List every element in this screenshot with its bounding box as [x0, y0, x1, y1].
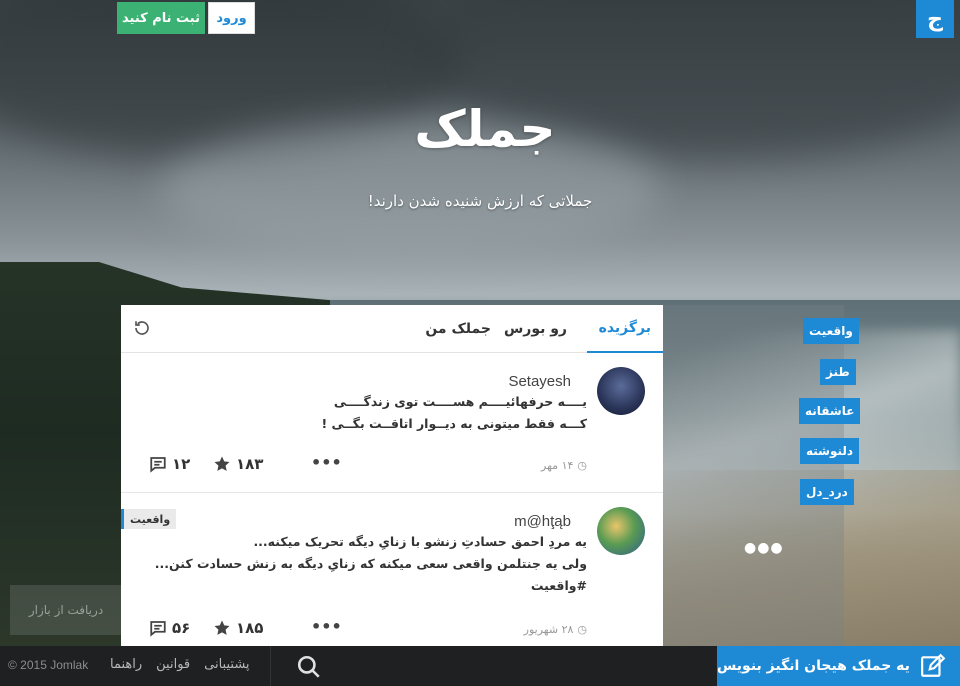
- post-author[interactable]: m@hţąb: [514, 513, 571, 530]
- star-button[interactable]: ۱۸۵: [213, 619, 263, 637]
- comment-count: ۱۲: [172, 455, 191, 473]
- tab-my-jomlak[interactable]: جملک من: [413, 305, 503, 353]
- post-date: ◷ ۲۸ شهریور: [524, 623, 587, 636]
- more-options-icon[interactable]: •••: [311, 453, 342, 472]
- avatar[interactable]: [597, 507, 645, 555]
- clock-icon: ◷: [577, 459, 587, 472]
- post-card: Setayesh یــــه حرفهائیــــم هســــت توی…: [121, 353, 663, 493]
- store-badge[interactable]: دریافت از بازار: [10, 585, 122, 635]
- post-category-badge[interactable]: واقعیت: [121, 509, 177, 529]
- search-icon[interactable]: [296, 654, 322, 680]
- post-line: کـــه فقط میتونی به دیــوار اتاقــت بگــ…: [321, 416, 587, 431]
- login-button[interactable]: ورود: [208, 2, 255, 34]
- star-count: ۱۸۵: [236, 619, 264, 637]
- footer-links: پشتیبانی قوانین راهنما: [110, 657, 250, 672]
- clock-icon: ◷: [577, 623, 587, 636]
- avatar[interactable]: [597, 367, 645, 415]
- post-date: ◷ ۱۴ مهر: [541, 459, 587, 472]
- star-button[interactable]: ۱۸۳: [213, 455, 263, 473]
- category-tag-grief[interactable]: درد_دل: [800, 479, 854, 505]
- pencil-icon: [920, 653, 946, 679]
- hero-title: جملک: [414, 100, 556, 158]
- feed-card: برگزیده رو بورس جملک من Setayesh یــــه …: [121, 305, 663, 647]
- post-body: یه مردِ احمق حسادتِ زنشو با زنایِ دیگه ت…: [155, 531, 587, 597]
- post-author[interactable]: Setayesh: [508, 373, 571, 390]
- star-icon: [214, 456, 230, 471]
- write-jomlak-label: یه جملک هیجان انگیز بنویس: [717, 658, 910, 674]
- site-logo[interactable]: ج: [916, 0, 954, 38]
- post-line: #واقعیت: [530, 578, 587, 593]
- comment-button[interactable]: ۱۲: [149, 455, 190, 473]
- post-date-text: ۲۸ شهریور: [523, 623, 574, 636]
- post-line: یــــه حرفهائیــــم هســــت توی زندگــــ…: [333, 394, 587, 409]
- refresh-icon[interactable]: [131, 317, 153, 339]
- footer-divider: [270, 646, 271, 686]
- hero-subtitle: جملاتی که ارزش شنیده شدن دارند!: [367, 192, 593, 210]
- footer-bar: © 2015 Jomlak پشتیبانی قوانین راهنما یه …: [0, 646, 960, 686]
- comment-icon: [150, 621, 166, 637]
- copyright: © 2015 Jomlak: [8, 658, 89, 672]
- more-categories-icon[interactable]: ●●●: [744, 540, 784, 556]
- comment-count: ۵۶: [172, 619, 191, 637]
- tab-featured[interactable]: برگزیده: [586, 305, 663, 353]
- write-jomlak-button[interactable]: یه جملک هیجان انگیز بنویس: [717, 646, 960, 686]
- tab-trending[interactable]: رو بورس: [492, 305, 579, 353]
- star-icon: [214, 620, 230, 635]
- footer-link-rules[interactable]: قوانین: [156, 657, 190, 672]
- category-tag-romantic[interactable]: عاشقانه: [799, 398, 861, 424]
- post-line: ولی یه جنتلمن واقعی سعی میکنه که زنایِ د…: [154, 556, 587, 571]
- category-tag-humor[interactable]: طنز: [820, 359, 856, 385]
- comment-icon: [150, 457, 166, 473]
- star-count: ۱۸۳: [236, 455, 264, 473]
- post-card: واقعیت m@hţąb یه مردِ احمق حسادتِ زنشو ب…: [121, 493, 663, 647]
- category-panel: [662, 305, 844, 647]
- post-date-text: ۱۴ مهر: [541, 459, 574, 472]
- footer-link-support[interactable]: پشتیبانی: [204, 657, 249, 672]
- signup-button[interactable]: ثبت نام کنید: [117, 2, 205, 34]
- more-options-icon[interactable]: •••: [311, 617, 342, 636]
- comment-button[interactable]: ۵۶: [149, 619, 190, 637]
- category-tag-reality[interactable]: واقعیت: [803, 318, 859, 344]
- post-body: یــــه حرفهائیــــم هســــت توی زندگــــ…: [321, 391, 587, 435]
- post-line: یه مردِ احمق حسادتِ زنشو با زنایِ دیگه ت…: [253, 534, 587, 549]
- feed-tabs: برگزیده رو بورس جملک من: [121, 305, 663, 353]
- footer-link-help[interactable]: راهنما: [110, 657, 142, 672]
- category-tag-heartfelt[interactable]: دلنوشته: [800, 438, 860, 464]
